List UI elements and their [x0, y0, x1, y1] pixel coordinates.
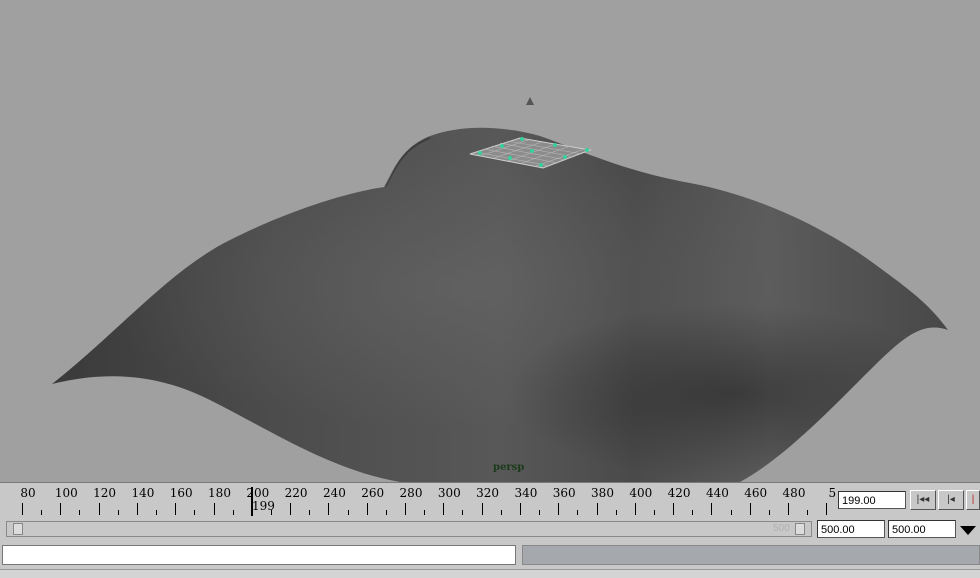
major-tick [481, 503, 483, 515]
perspective-viewport[interactable]: persp [0, 0, 980, 482]
current-frame-label: 199 [252, 499, 275, 513]
play-backwards-icon[interactable]: | [966, 490, 980, 510]
tick-label: 120 [93, 486, 117, 500]
minor-tick [615, 510, 617, 515]
playback-end-field[interactable]: 500.00 [817, 520, 885, 538]
major-tick [788, 503, 789, 515]
step-back-key-icon[interactable]: |◂ [938, 490, 964, 510]
tick-label: 100 [54, 486, 78, 500]
minor-tick [232, 510, 234, 515]
major-tick [175, 503, 177, 515]
time-slider[interactable]: 80 100 120 140 160 180 200 220 240 260 280 300 320 34… [0, 482, 980, 518]
range-end-ghost-label: 500 [773, 523, 790, 534]
major-tick [290, 503, 292, 515]
tick-label: 340 [514, 486, 538, 500]
major-tick [558, 503, 560, 515]
minor-tick [730, 510, 732, 515]
minor-tick [41, 510, 43, 515]
major-tick [98, 503, 100, 515]
tick-label: 380 [591, 486, 614, 500]
tick-label: 320 [476, 486, 500, 500]
tick-label: 420 [667, 486, 691, 500]
terrain-scene [52, 97, 948, 482]
minor-tick [194, 510, 196, 515]
command-input[interactable] [2, 545, 516, 565]
minor-tick [156, 510, 158, 515]
major-tick [826, 503, 828, 515]
tick-label: 240 [322, 486, 346, 500]
minor-tick [462, 510, 464, 515]
tick-label: 180 [208, 486, 231, 500]
major-tick [405, 503, 406, 515]
major-tick [634, 503, 636, 515]
major-tick [328, 503, 330, 515]
tick-label: 220 [284, 486, 308, 500]
command-result-field [522, 545, 980, 565]
minor-tick [807, 510, 809, 515]
current-time-field[interactable]: 199.00 [838, 491, 906, 509]
light-icon [526, 97, 534, 105]
minor-tick [768, 510, 770, 515]
major-tick [60, 503, 62, 515]
major-tick [213, 503, 215, 515]
tick-label: 300 [437, 486, 461, 500]
major-tick [443, 503, 445, 515]
minor-tick [653, 510, 655, 515]
major-tick [519, 503, 521, 515]
range-slider-bar: 500 500.00 500.00 [0, 517, 980, 541]
major-tick [366, 503, 368, 515]
minor-tick [79, 510, 81, 515]
tick-label: 400 [629, 486, 653, 500]
minor-tick [577, 510, 579, 515]
tick-label: 160 [169, 486, 193, 500]
minor-tick [347, 510, 349, 515]
tick-label: 140 [131, 486, 155, 500]
go-to-start-icon[interactable]: |◂◂ [910, 490, 936, 510]
major-tick [22, 503, 23, 515]
time-ruler[interactable]: 80 100 120 140 160 180 200 220 240 260 280 300 320 34… [8, 483, 837, 517]
minor-tick [539, 510, 541, 515]
tick-label: 280 [399, 486, 423, 500]
tick-label: 5 [828, 486, 837, 500]
tick-label: 260 [361, 486, 385, 500]
tick-label: 440 [705, 486, 729, 500]
tick-label: 80 [20, 486, 36, 500]
tick-label: 460 [744, 486, 768, 500]
dropdown-triangle-icon[interactable] [958, 523, 978, 537]
tick-label: 480 [782, 486, 806, 500]
animation-end-field[interactable]: 500.00 [888, 520, 956, 538]
tick-label: 360 [552, 486, 576, 500]
major-tick [136, 503, 138, 515]
minor-tick [309, 510, 311, 515]
major-tick [673, 503, 675, 515]
major-tick [596, 503, 598, 515]
minor-tick [385, 510, 387, 515]
minor-tick [424, 510, 426, 515]
range-end-handle[interactable] [795, 523, 805, 535]
tick-label: 200 [246, 486, 270, 500]
major-tick [749, 503, 751, 515]
minor-tick [117, 510, 119, 515]
minor-tick [500, 510, 502, 515]
camera-label: persp [493, 462, 525, 473]
minor-tick [692, 510, 694, 515]
major-tick [711, 503, 713, 515]
range-slider[interactable]: 500 [6, 521, 812, 537]
range-start-handle[interactable] [13, 523, 23, 535]
